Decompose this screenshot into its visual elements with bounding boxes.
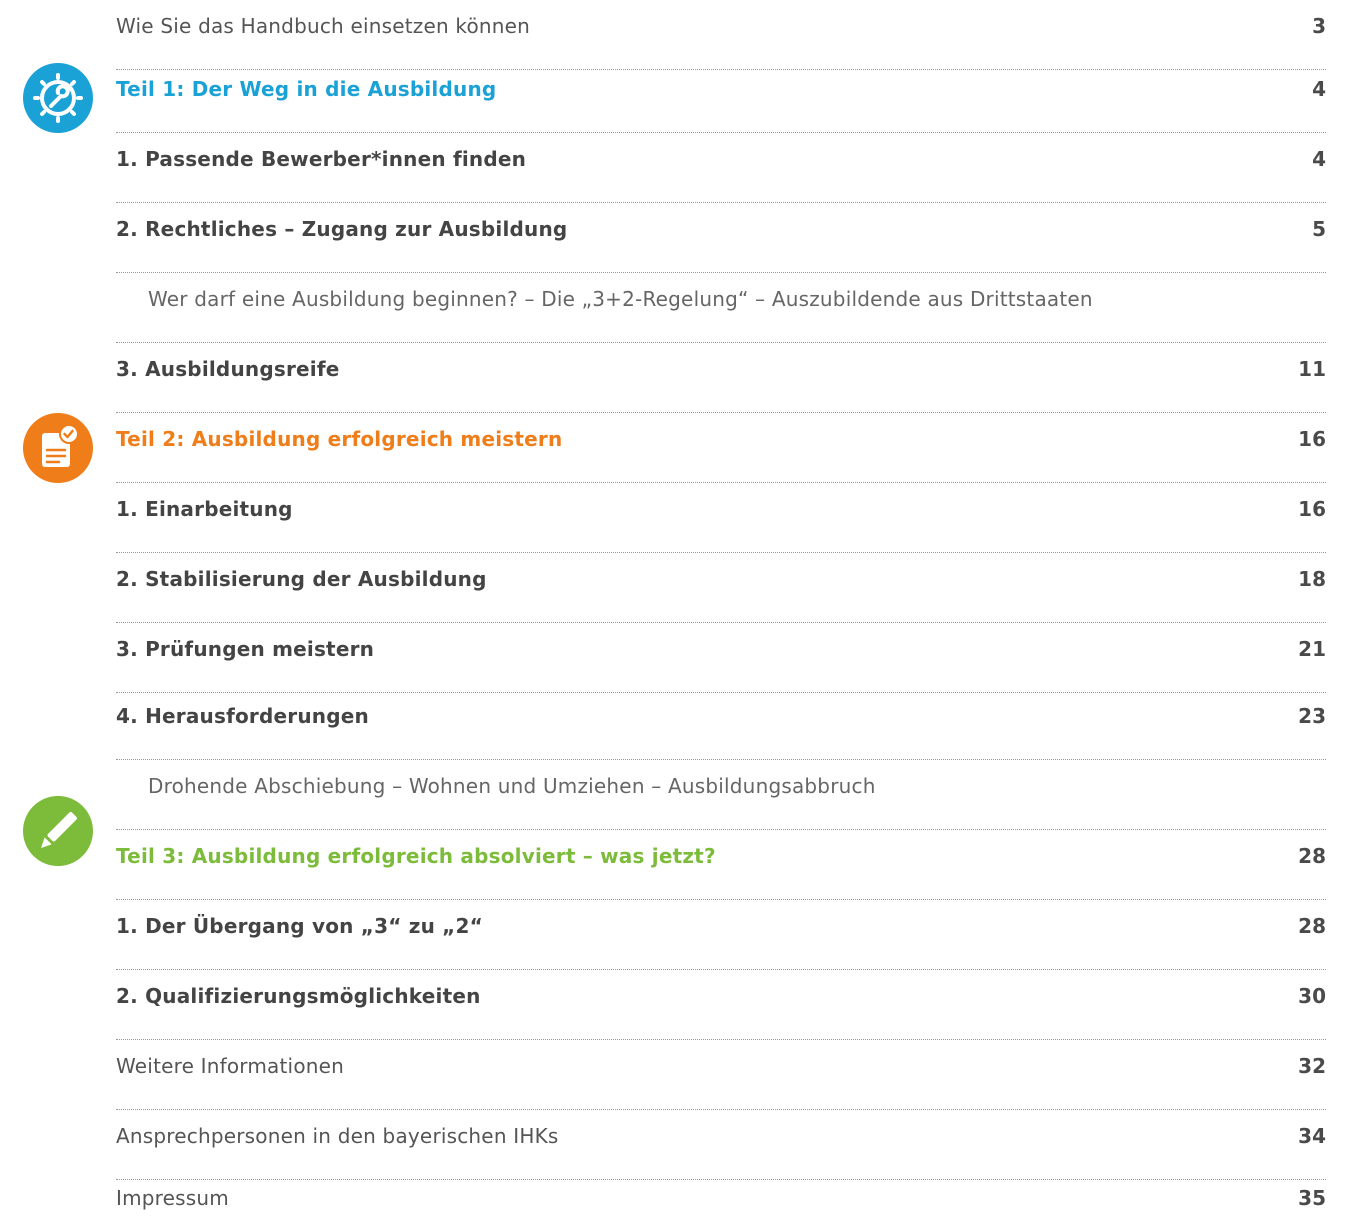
toc-entry-appendix[interactable]: Weitere Informationen 32	[116, 1040, 1326, 1110]
toc-entry-page: 16	[1298, 497, 1326, 521]
toc-entry-title: 2. Qualifizierungsmöglichkeiten	[116, 984, 481, 1008]
toc-entry-title: Teil 3: Ausbildung erfolgreich absolvier…	[116, 844, 716, 868]
wrench-gear-icon	[23, 63, 93, 133]
toc-entry-page: 3	[1312, 14, 1326, 38]
toc-entry-title: 1. Einarbeitung	[116, 497, 293, 521]
toc-entry-title: Weitere Informationen	[116, 1054, 345, 1078]
toc-entry-chapter[interactable]: 1. Der Übergang von „3“ zu „2“ 28	[116, 900, 1326, 970]
toc-entry-title: Wer darf eine Ausbildung beginnen? – Die…	[148, 287, 1093, 311]
toc-entry-chapter[interactable]: 3. Prüfungen meistern 21	[116, 623, 1326, 693]
toc-entry-intro[interactable]: Wie Sie das Handbuch einsetzen können 3	[116, 0, 1326, 70]
toc-entry-part-2[interactable]: Teil 2: Ausbildung erfolgreich meistern …	[116, 413, 1326, 483]
toc-entry-title: 2. Rechtliches – Zugang zur Ausbildung	[116, 217, 568, 241]
toc-entry-page: 28	[1298, 844, 1326, 868]
toc-entry-part-1[interactable]: Teil 1: Der Weg in die Ausbildung 4	[116, 63, 1326, 133]
toc-entry-page: 4	[1312, 147, 1326, 171]
toc-entry-title: 3. Ausbildungsreife	[116, 357, 340, 381]
toc-entry-appendix[interactable]: Impressum 35	[116, 1162, 1326, 1232]
toc-entry-chapter[interactable]: 2. Rechtliches – Zugang zur Ausbildung 5	[116, 203, 1326, 273]
toc-entry-chapter[interactable]: 1. Einarbeitung 16	[116, 483, 1326, 553]
toc-entry-chapter[interactable]: 2. Stabilisierung der Ausbildung 18	[116, 553, 1326, 623]
toc-entry-part-3[interactable]: Teil 3: Ausbildung erfolgreich absolvier…	[116, 830, 1326, 900]
table-of-contents: Wie Sie das Handbuch einsetzen können 3 …	[0, 0, 1363, 1232]
toc-entry-page: 35	[1298, 1186, 1326, 1210]
toc-entry-title: 3. Prüfungen meistern	[116, 637, 375, 661]
toc-entry-chapter[interactable]: 3. Ausbildungsreife 11	[116, 343, 1326, 413]
document-check-icon	[23, 413, 93, 483]
toc-entry-page: 11	[1298, 357, 1326, 381]
toc-entry-chapter[interactable]: 2. Qualifizierungsmöglichkeiten 30	[116, 970, 1326, 1040]
toc-entry-page: 23	[1298, 704, 1326, 728]
toc-entry-title: 1. Der Übergang von „3“ zu „2“	[116, 914, 483, 938]
toc-entry-page: 30	[1298, 984, 1326, 1008]
toc-entry-page: 34	[1298, 1124, 1326, 1148]
toc-entry-title: Teil 1: Der Weg in die Ausbildung	[116, 77, 497, 101]
toc-entry-chapter[interactable]: 1. Passende Bewerber*innen finden 4	[116, 133, 1326, 203]
toc-entry-page: 5	[1312, 217, 1326, 241]
toc-entry-chapter[interactable]: 4. Herausforderungen 23	[116, 690, 1326, 760]
pencil-icon	[23, 796, 93, 866]
toc-entry-title: Ansprechpersonen in den bayerischen IHKs	[116, 1124, 559, 1148]
toc-entry-title: 4. Herausforderungen	[116, 704, 369, 728]
toc-entry-title: 2. Stabilisierung der Ausbildung	[116, 567, 487, 591]
toc-entry-page: 32	[1298, 1054, 1326, 1078]
toc-entry-title: 1. Passende Bewerber*innen finden	[116, 147, 527, 171]
toc-entry-page: 16	[1298, 427, 1326, 451]
toc-entry-title: Teil 2: Ausbildung erfolgreich meistern	[116, 427, 563, 451]
toc-entry-page: 28	[1298, 914, 1326, 938]
toc-entry-subtopics[interactable]: Wer darf eine Ausbildung beginnen? – Die…	[116, 273, 1326, 343]
toc-entry-page: 21	[1298, 637, 1326, 661]
toc-entry-title: Drohende Abschiebung – Wohnen und Umzieh…	[148, 774, 876, 798]
toc-entry-title: Wie Sie das Handbuch einsetzen können	[116, 14, 531, 38]
toc-entry-subtopics[interactable]: Drohende Abschiebung – Wohnen und Umzieh…	[116, 760, 1326, 830]
toc-entry-page: 18	[1298, 567, 1326, 591]
toc-entry-title: Impressum	[116, 1186, 229, 1210]
toc-entry-page: 4	[1312, 77, 1326, 101]
